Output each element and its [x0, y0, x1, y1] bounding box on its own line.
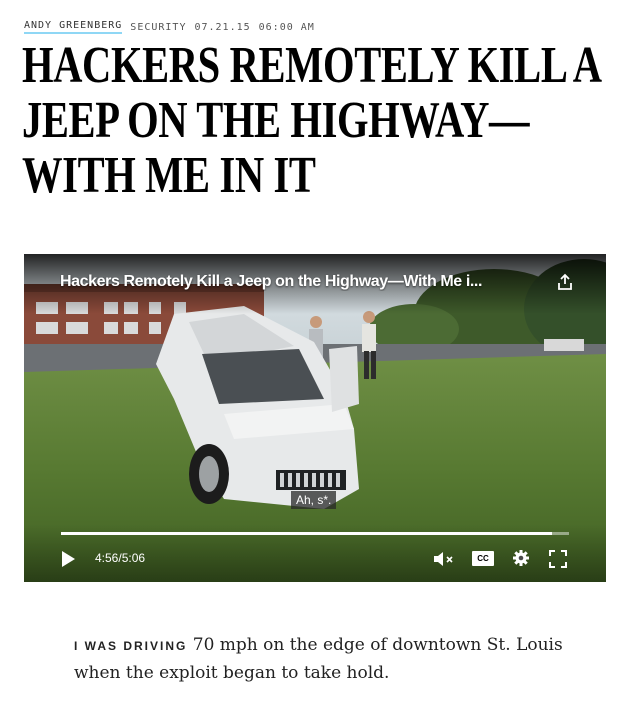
mute-icon[interactable] [432, 550, 454, 568]
publish-time: 06:00 AM [258, 21, 315, 33]
author-link[interactable]: ANDY GREENBERG [24, 20, 123, 34]
cc-icon[interactable]: CC [472, 551, 494, 566]
time-display: 4:56/5:06 [95, 551, 146, 565]
current-time: 4:56 [95, 551, 119, 565]
duration: 5:06 [121, 551, 146, 565]
publish-date: 07.21.15 [194, 21, 251, 33]
fullscreen-icon[interactable] [549, 550, 567, 568]
article-headline: Hackers Remotely Kill a Jeep on the High… [22, 37, 600, 204]
article-lede: I was driving 70 mph on the edge of down… [74, 632, 594, 687]
progress-bar[interactable] [61, 532, 569, 535]
video-title[interactable]: Hackers Remotely Kill a Jeep on the High… [60, 273, 540, 291]
lede-lead-in: I was driving [74, 639, 188, 653]
subtitle-caption: Ah, s*. [291, 491, 337, 509]
video-controls: 4:56/5:06 CC [24, 524, 606, 582]
share-icon[interactable] [556, 273, 574, 291]
section-link[interactable]: SECURITY [130, 22, 186, 33]
play-icon[interactable] [60, 550, 76, 568]
byline: ANDY GREENBERG SECURITY 07.21.15 06:00 A… [24, 20, 315, 34]
gear-icon[interactable] [512, 549, 530, 567]
video-player[interactable]: Hackers Remotely Kill a Jeep on the High… [24, 254, 606, 582]
progress-fill [61, 532, 553, 535]
